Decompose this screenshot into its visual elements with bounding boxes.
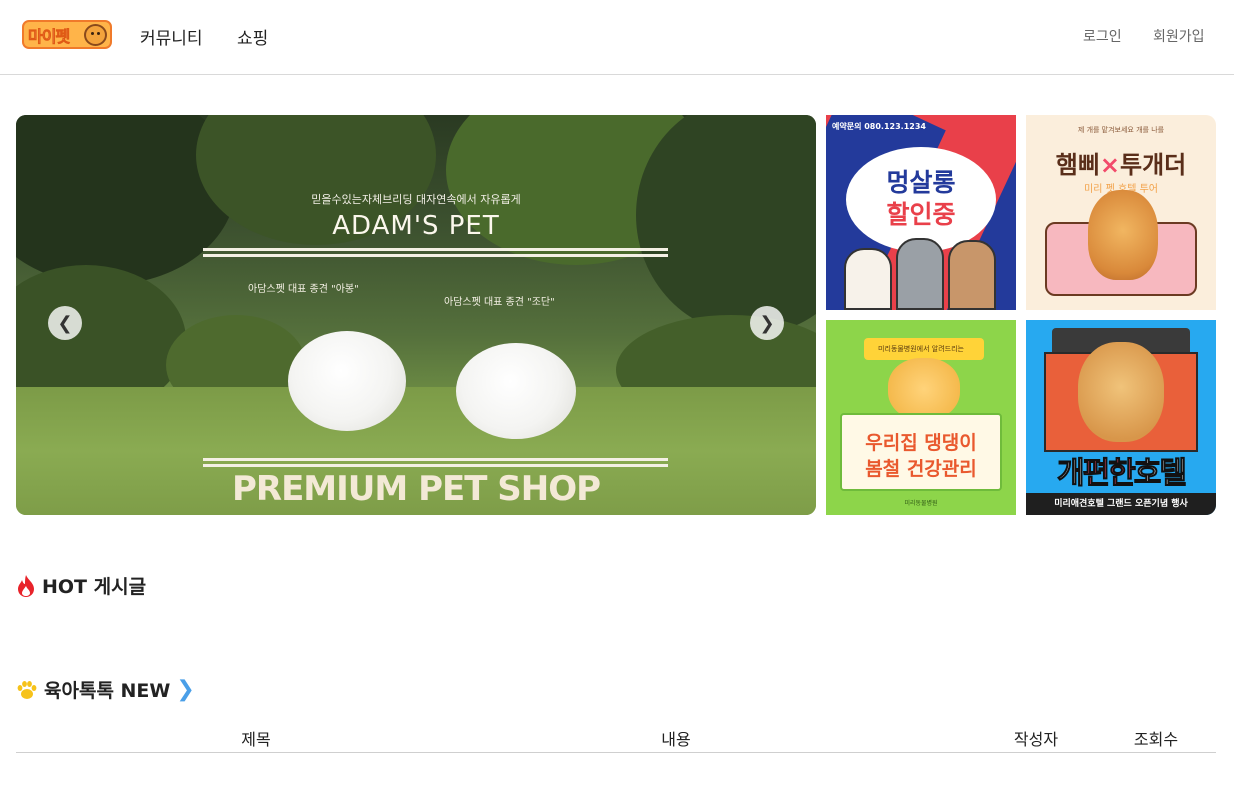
banner-title-b: 편한: [1082, 456, 1136, 492]
promo-banner-hotel-tour[interactable]: 제 개를 맡겨보세요 개를 나를 햄삐×투개더 미리 펫 호텔 투어: [1026, 115, 1216, 310]
chevron-left-icon: ❮: [57, 312, 73, 334]
nav-community[interactable]: 커뮤니티: [140, 24, 203, 49]
section-title: 육아톡톡 NEW: [44, 680, 171, 702]
banner-sub: 미리동물병원에서 알려드리는: [878, 345, 964, 353]
carousel-prev-button[interactable]: ❮: [48, 306, 82, 340]
dog-illustration: [948, 240, 996, 310]
hero-note-right: 아담스펫 대표 종견 "조단": [444, 297, 555, 308]
hero-note-left: 아담스펫 대표 종견 "아봉": [248, 284, 359, 295]
puppy-illustration: [888, 358, 960, 420]
main-carousel[interactable]: 믿을수있는자체브리딩 대자연속에서 자유롭게 ADAM'S PET 아담스펫 대…: [16, 115, 816, 515]
chevron-right-icon[interactable]: ❯: [176, 677, 194, 702]
top-header: 마이펫 커뮤니티 쇼핑 로그인 회원가입: [0, 0, 1234, 75]
banner-footer: 미리동물병원: [904, 500, 938, 507]
fire-icon: [18, 574, 34, 597]
banner-title-c: 호텔: [1133, 456, 1187, 492]
banner-title-a: 개: [1056, 456, 1085, 492]
column-content: 내용: [661, 730, 691, 749]
divider: [203, 248, 668, 251]
dog-photo: [1078, 342, 1164, 442]
column-views: 조회수: [1133, 730, 1179, 749]
hero-brand: ADAM'S PET: [332, 211, 500, 241]
divider: [203, 464, 668, 467]
dog-illustration: [896, 238, 944, 310]
promo-banner-hotel-open[interactable]: 개편한호텔 미리애견호텔 그랜드 오픈기념 행사: [1026, 320, 1216, 515]
chevron-right-icon: ❯: [759, 312, 775, 334]
banner-title-line2: 할인중: [886, 200, 956, 229]
logo-text: 마이펫: [28, 26, 71, 46]
carousel-next-button[interactable]: ❯: [750, 306, 784, 340]
dog-face-icon: [84, 24, 107, 46]
login-link[interactable]: 로그인: [1083, 26, 1122, 46]
banner-title-line2: 봄철 건강관리: [865, 458, 977, 480]
paw-icon: [17, 680, 37, 699]
banner-footer: 미리애견호텔 그랜드 오픈기념 행사: [1026, 493, 1216, 515]
puppy-photo: [1088, 190, 1158, 280]
site-logo[interactable]: 마이펫: [22, 20, 112, 49]
hot-posts-heading: HOT 게시글: [16, 572, 146, 599]
nav-shopping[interactable]: 쇼핑: [237, 24, 268, 49]
banner-sub: 제 개를 맡겨보세요 개를 나를: [1077, 126, 1165, 134]
banner-title-line1: 멍살롱: [886, 168, 956, 197]
banner-title-line1: 우리집 댕댕이: [865, 432, 977, 454]
hero-subtitle: 믿을수있는자체브리딩 대자연속에서 자유롭게: [311, 193, 521, 206]
signup-link[interactable]: 회원가입: [1153, 26, 1205, 46]
banner-phone: 예약문의 080.123.1234: [832, 122, 926, 131]
divider: [203, 458, 668, 461]
banner-title-left: 햄삐: [1055, 151, 1100, 179]
banner-title-right: 투개더: [1120, 151, 1187, 179]
promo-banner-health[interactable]: 미리동물병원에서 알려드리는 우리집 댕댕이 봄철 건강관리 미리동물병원: [826, 320, 1016, 515]
promo-banner-salon[interactable]: 예약문의 080.123.1234 멍살롱 할인중: [826, 115, 1016, 310]
posts-table-header: 제목 내용 작성자 조회수: [16, 724, 1216, 753]
column-author: 작성자: [1013, 730, 1059, 749]
dog-illustration: [844, 248, 892, 310]
new-posts-heading: 육아톡톡 NEW ❯: [16, 676, 195, 703]
banner-title: 개편한호텔: [1026, 448, 1216, 492]
pomeranian-dog: [456, 343, 576, 439]
divider: [203, 254, 668, 257]
hero-title: PREMIUM PET SHOP: [231, 469, 601, 509]
section-title: HOT 게시글: [42, 576, 147, 598]
pomeranian-dog: [288, 331, 406, 431]
column-title: 제목: [241, 730, 271, 749]
banner-title: 햄삐×투개더: [1026, 145, 1216, 180]
banner-title-x: ×: [1099, 151, 1121, 179]
